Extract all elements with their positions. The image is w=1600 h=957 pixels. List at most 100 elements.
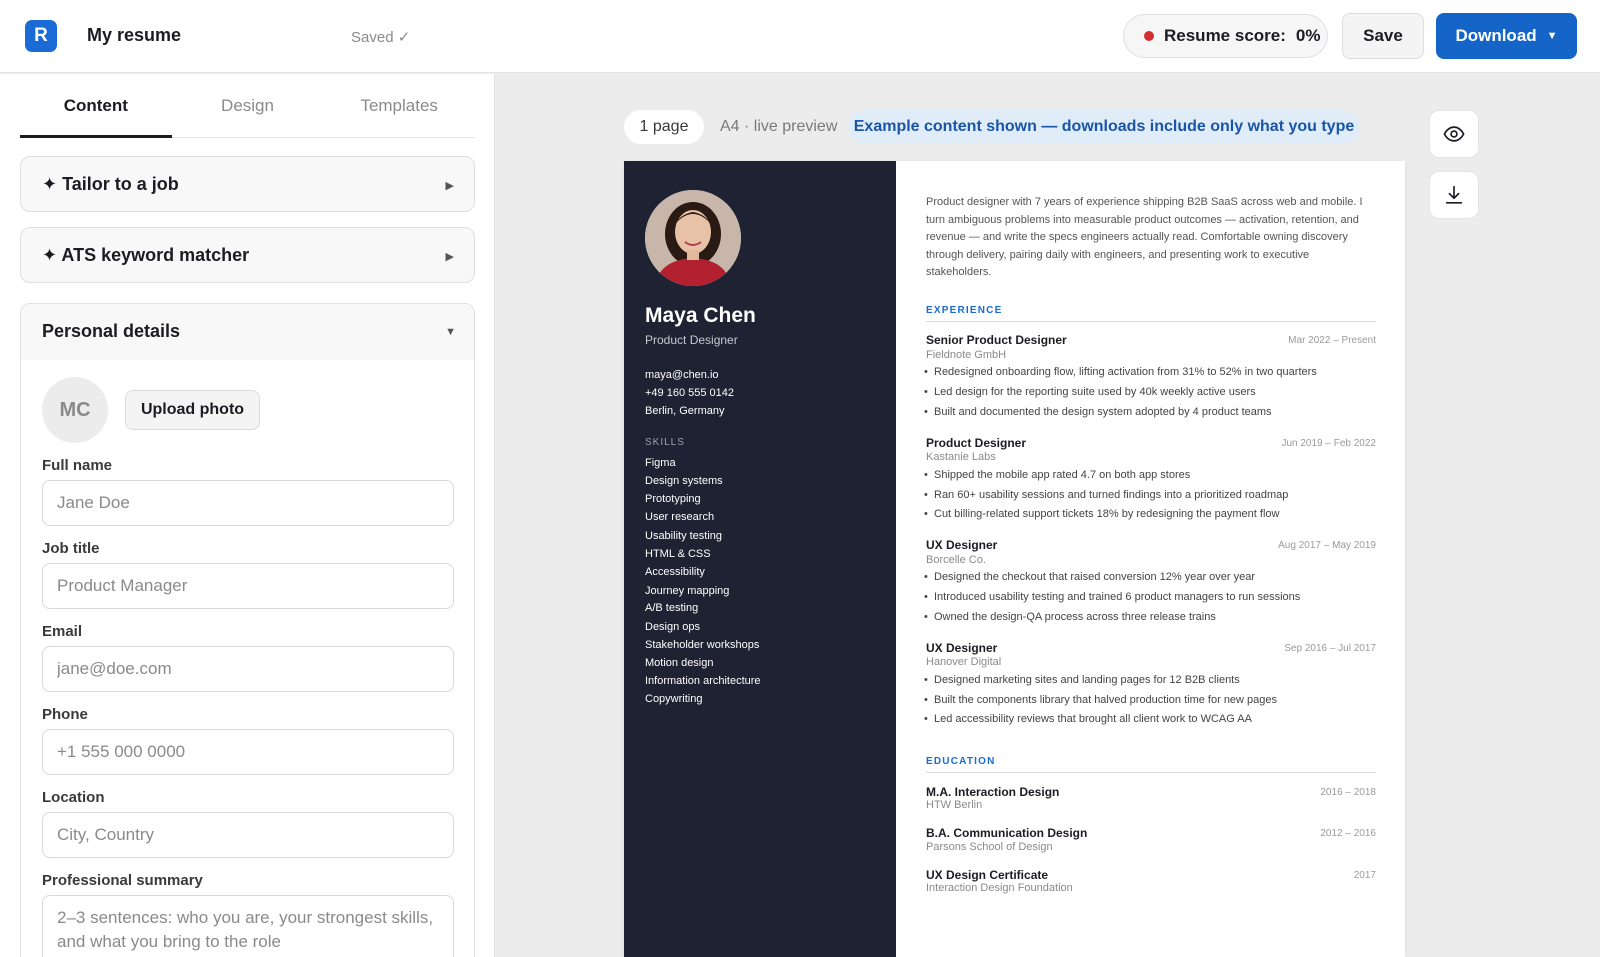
chevron-right-icon: ▶ xyxy=(445,180,454,192)
personal-details-header[interactable]: Personal details ▼ xyxy=(21,304,474,360)
education-school: Parsons School of Design xyxy=(926,841,1053,853)
resume-main: Product designer with 7 years of experie… xyxy=(896,161,1405,957)
job-bullet: Built and documented the design system a… xyxy=(924,406,1272,418)
skill-item: Accessibility xyxy=(645,566,705,578)
skill-item: HTML & CSS xyxy=(645,548,711,560)
professional-summary-label: Professional summary xyxy=(42,872,203,889)
tab-design[interactable]: Design xyxy=(172,74,324,138)
chevron-right-icon: ▶ xyxy=(445,251,454,263)
editor-tabs: Content Design Templates xyxy=(20,74,475,138)
tailor-to-job-accordion[interactable]: ✦ Tailor to a job ▶ xyxy=(20,156,475,212)
top-bar: R My resume Saved ✓ Resume score: 0% Sav… xyxy=(0,0,1600,73)
avatar: MC xyxy=(42,377,108,443)
upload-photo-button[interactable]: Upload photo xyxy=(125,390,260,430)
resume-name: Maya Chen xyxy=(645,304,756,327)
document-title[interactable]: My resume xyxy=(87,25,181,46)
skill-item: A/B testing xyxy=(645,602,699,614)
job-bullet: Designed the checkout that raised conver… xyxy=(924,571,1255,583)
full-name-input[interactable] xyxy=(42,480,454,526)
ats-keyword-matcher-accordion[interactable]: ✦ ATS keyword matcher ▶ xyxy=(20,227,475,283)
resume-preview-page: Maya Chen Product Designer maya@chen.io … xyxy=(624,161,1405,957)
experience-heading: EXPERIENCE xyxy=(926,305,1376,322)
format-label: A4 · live preview xyxy=(720,118,838,135)
resume-phone: +49 160 555 0142 xyxy=(645,387,735,399)
download-button[interactable]: Download ▼ xyxy=(1436,13,1577,59)
job-title: Senior Product Designer xyxy=(926,333,1067,347)
education-title: B.A. Communication Design xyxy=(926,826,1088,840)
editor-panel: Content Design Templates ✦ Tailor to a j… xyxy=(0,74,495,957)
skill-item: Prototyping xyxy=(645,493,701,505)
skill-item: Journey mapping xyxy=(645,585,730,597)
example-content-notice: Example content shown — downloads includ… xyxy=(848,110,1360,144)
download-button-label: Download xyxy=(1455,26,1537,45)
skill-item: User research xyxy=(645,511,715,523)
resume-role: Product Designer xyxy=(645,333,738,347)
education-school: HTW Berlin xyxy=(926,799,983,811)
skill-item: Copywriting xyxy=(645,693,703,705)
job-company: Hanover Digital xyxy=(926,656,1002,668)
skill-item: Stakeholder workshops xyxy=(645,639,760,651)
job-company: Borcelle Co. xyxy=(926,554,986,566)
job-date: Mar 2022 – Present xyxy=(1288,335,1376,346)
tab-templates[interactable]: Templates xyxy=(323,74,475,138)
job-date: Jun 2019 – Feb 2022 xyxy=(1281,438,1376,449)
phone-label: Phone xyxy=(42,706,88,723)
page-count-badge: 1 page xyxy=(624,110,704,144)
education-school: Interaction Design Foundation xyxy=(926,882,1073,894)
phone-input[interactable] xyxy=(42,729,454,775)
score-status-dot xyxy=(1144,31,1154,41)
profile-photo xyxy=(645,190,741,286)
save-button[interactable]: Save xyxy=(1342,13,1424,59)
full-name-label: Full name xyxy=(42,457,113,474)
tab-content[interactable]: Content xyxy=(20,74,172,138)
job-bullet: Designed marketing sites and landing pag… xyxy=(924,674,1240,686)
education-title: UX Design Certificate xyxy=(926,868,1049,882)
personal-details-title: Personal details xyxy=(42,321,181,341)
skill-item: Design systems xyxy=(645,475,723,487)
resume-score-badge[interactable]: Resume score: 0% xyxy=(1123,14,1328,58)
education-heading: EDUCATION xyxy=(926,756,1376,773)
job-bullet: Ran 60+ usability sessions and turned fi… xyxy=(924,489,1288,501)
job-title: Product Designer xyxy=(926,436,1027,450)
job-company: Fieldnote GmbH xyxy=(926,349,1007,361)
education-date: 2012 – 2016 xyxy=(1320,828,1376,839)
job-title-input[interactable] xyxy=(42,563,454,609)
preview-toggle-button[interactable] xyxy=(1429,110,1479,158)
job-date: Sep 2016 – Jul 2017 xyxy=(1284,643,1376,654)
education-date: 2016 – 2018 xyxy=(1320,787,1376,798)
chevron-down-icon: ▼ xyxy=(445,326,456,338)
chevron-down-icon: ▼ xyxy=(1546,30,1558,42)
job-date: Aug 2017 – May 2019 xyxy=(1278,540,1376,551)
job-company: Kastanie Labs xyxy=(926,451,996,463)
job-bullet: Built the components library that halved… xyxy=(924,694,1277,706)
score-label: Resume score: xyxy=(1164,26,1286,45)
job-bullet: Owned the design-QA process across three… xyxy=(924,611,1216,623)
email-input[interactable] xyxy=(42,646,454,692)
job-title-label: Job title xyxy=(42,540,100,557)
ats-keyword-matcher-title: ✦ ATS keyword matcher xyxy=(42,245,250,265)
tailor-to-job-title: ✦ Tailor to a job xyxy=(42,174,179,194)
job-bullet: Introduced usability testing and trained… xyxy=(924,591,1300,603)
job-bullet: Led design for the reporting suite used … xyxy=(924,386,1256,398)
app-logo[interactable]: R xyxy=(25,20,57,52)
job-title: UX Designer xyxy=(926,538,998,552)
score-value: 0% xyxy=(1295,26,1321,45)
skill-item: Figma xyxy=(645,457,676,469)
skill-item: Information architecture xyxy=(645,675,761,687)
professional-summary-textarea[interactable]: 2–3 sentences: who you are, your stronge… xyxy=(42,895,454,957)
location-input[interactable] xyxy=(42,812,454,858)
resume-summary: Product designer with 7 years of experie… xyxy=(926,196,1363,279)
skill-item: Design ops xyxy=(645,621,701,633)
saved-status: Saved ✓ xyxy=(351,29,411,46)
job-bullet: Led accessibility reviews that brought a… xyxy=(924,713,1252,725)
job-bullet: Redesigned onboarding flow, lifting acti… xyxy=(924,366,1317,378)
download-pdf-button[interactable] xyxy=(1429,171,1479,219)
resume-email: maya@chen.io xyxy=(645,369,719,381)
location-label: Location xyxy=(42,789,105,806)
personal-details-section: Personal details ▼ MC Upload photo Full … xyxy=(20,303,475,957)
education-title: M.A. Interaction Design xyxy=(926,785,1060,799)
email-label: Email xyxy=(42,623,83,640)
education-date: 2017 xyxy=(1353,870,1376,881)
skill-item: Motion design xyxy=(645,657,714,669)
job-title: UX Designer xyxy=(926,641,998,655)
